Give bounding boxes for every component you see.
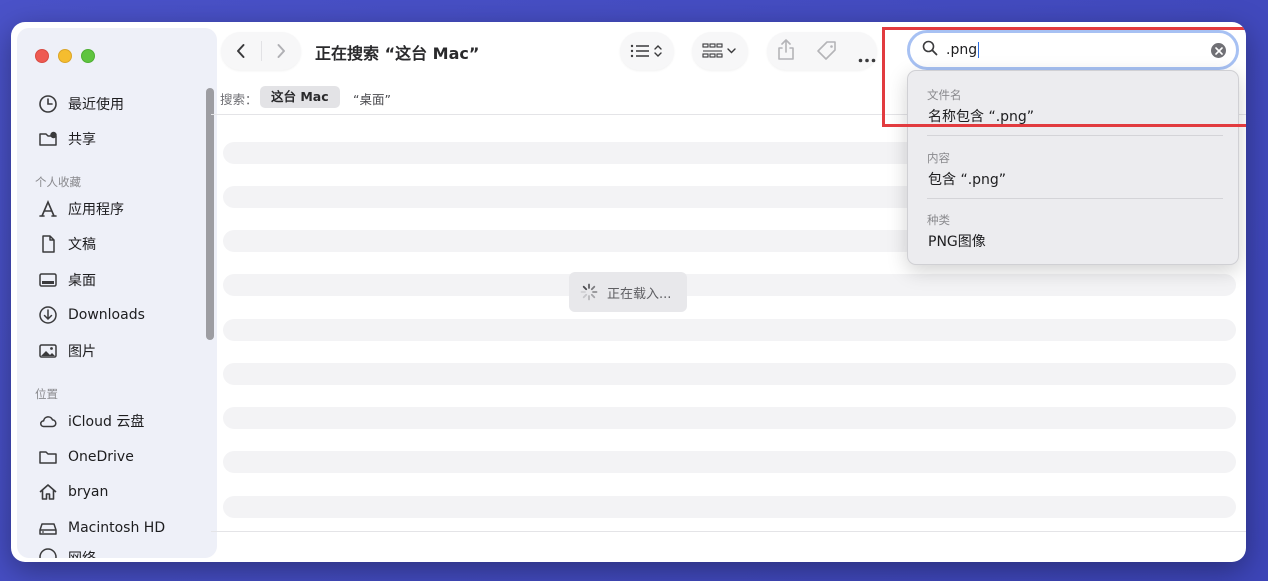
sidebar-item-shared[interactable]: 共享 [37,124,96,154]
desktop-icon [37,269,59,291]
cloud-icon [37,410,59,432]
tag-button[interactable] [816,40,838,66]
search-scope-label: 搜索： [220,92,258,107]
sidebar-item-home[interactable]: bryan [37,477,108,507]
sidebar-item-label: iCloud 云盘 [68,414,145,430]
disk-icon [37,517,59,539]
window-title: 正在搜索 “这台 Mac” [315,44,480,63]
share-icon [778,39,794,60]
navigation-group [221,32,301,70]
home-icon [37,481,59,503]
chevron-right-icon [277,44,286,58]
sidebar-item-label: 网络 [68,548,96,558]
minimize-window-button[interactable] [58,49,72,63]
share-button[interactable] [777,39,795,65]
clock-icon [37,93,59,115]
sidebar-item-label: 图片 [68,344,96,360]
applications-icon [37,198,59,220]
sidebar-item-downloads[interactable]: Downloads [37,300,145,330]
tag-icon [817,41,836,60]
sidebar-item-applications[interactable]: 应用程序 [37,194,124,224]
suggestion-kind[interactable]: PNG图像 [928,231,986,251]
highlight-annotation [882,27,1246,127]
scope-this-mac-button[interactable]: 这台 Mac [260,86,340,108]
spinner-icon [580,283,598,301]
chevron-left-icon [236,44,245,58]
sidebar-item-documents[interactable]: 文稿 [37,229,96,259]
sidebar-item-recents[interactable]: 最近使用 [37,89,124,119]
sidebar-item-label: bryan [68,484,109,500]
sidebar-scrollbar[interactable] [206,88,214,340]
menu-separator [927,135,1223,136]
loading-indicator: 正在载入... [569,272,687,312]
download-icon [37,304,59,326]
finder-window: 最近使用 共享 个人收藏 应用程序 文稿 桌面 Downloads 图片 位置 … [11,22,1246,562]
sidebar-item-label: 桌面 [68,273,96,289]
list-view-icon [630,44,662,58]
sidebar-item-icloud[interactable]: iCloud 云盘 [37,406,144,436]
document-icon [37,233,59,255]
sidebar-item-label: OneDrive [68,449,134,465]
view-options-button[interactable] [620,32,674,70]
more-button[interactable] [858,48,876,67]
menu-separator [927,198,1223,199]
sidebar-item-label: 最近使用 [68,97,124,113]
traffic-lights [35,49,95,63]
placeholder-row [223,496,1236,518]
loading-text: 正在载入... [607,286,672,302]
scope-desktop-button[interactable]: “桌面” [353,89,391,108]
placeholder-row [223,451,1236,473]
sidebar-item-macintosh-hd[interactable]: Macintosh HD [37,513,165,543]
placeholder-row [223,274,1236,296]
status-divider [211,531,1246,532]
grid-group-icon [702,43,736,58]
sidebar-item-label: 共享 [68,132,96,148]
locations-header: 位置 [35,387,58,401]
placeholder-row [223,363,1236,385]
sidebar-item-label: Macintosh HD [68,520,166,536]
photo-icon [37,340,59,362]
sidebar-item-label: 应用程序 [68,202,124,218]
sidebar-item-onedrive[interactable]: OneDrive [37,442,134,472]
network-icon [37,546,59,558]
kind-header: 种类 [927,213,950,227]
sidebar-item-network[interactable]: 网络 [37,543,96,558]
close-window-button[interactable] [35,49,49,63]
maximize-window-button[interactable] [81,49,95,63]
sidebar-item-desktop[interactable]: 桌面 [37,265,96,295]
back-button[interactable] [221,32,261,70]
content-header: 内容 [927,151,950,165]
group-options-button[interactable] [692,32,748,70]
sidebar: 最近使用 共享 个人收藏 应用程序 文稿 桌面 Downloads 图片 位置 … [17,28,217,558]
placeholder-row [223,407,1236,429]
forward-button[interactable] [261,32,301,70]
shared-folder-icon [37,128,59,150]
folder-icon [37,446,59,468]
sidebar-item-label: Downloads [68,307,145,323]
sidebar-item-label: 文稿 [68,237,96,253]
ellipsis-icon [858,58,876,63]
sidebar-item-pictures[interactable]: 图片 [37,336,96,366]
placeholder-row [223,319,1236,341]
suggestion-content[interactable]: 包含 “.png” [928,169,1006,189]
favorites-header: 个人收藏 [35,175,81,189]
